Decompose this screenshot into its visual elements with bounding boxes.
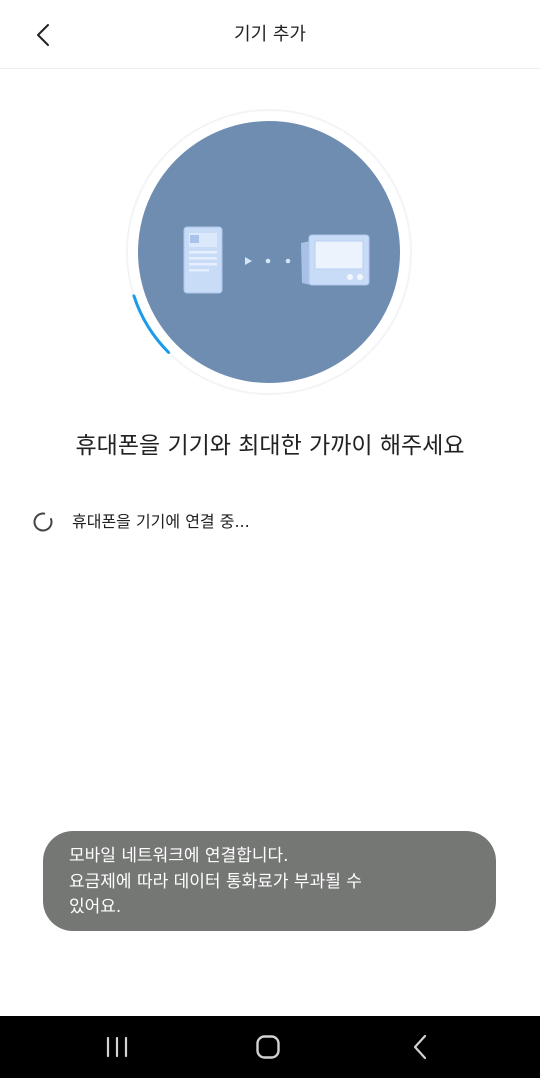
toast-line: 요금제에 따라 데이터 통화료가 부과될 수 [69,871,362,892]
recent-apps-button[interactable] [95,1027,139,1067]
connection-status: 휴대폰을 기기에 연결 중... [32,510,250,534]
header: 기기 추가 [0,0,540,69]
nav-back-button[interactable] [398,1027,442,1067]
home-button[interactable] [246,1027,290,1067]
connection-illustration [126,109,412,395]
instruction-text: 휴대폰을 기기와 최대한 가까이 해주세요 [75,433,465,459]
home-icon [256,1035,280,1059]
toast-line: 있어요. [69,897,122,917]
toast-line: 모바일 네트워크에 연결합니다. [69,846,289,866]
toast-message: 모바일 네트워크에 연결합니다. 요금제에 따라 데이터 통화료가 부과될 수 … [43,831,496,931]
system-nav-bar [0,1016,540,1078]
phone-icon [183,226,223,294]
back-icon [413,1034,427,1060]
status-text: 휴대폰을 기기에 연결 중... [72,512,250,531]
page-title: 기기 추가 [234,24,306,45]
recent-apps-icon [106,1036,128,1058]
loading-spinner-icon [33,512,53,532]
device-icon [301,234,370,286]
